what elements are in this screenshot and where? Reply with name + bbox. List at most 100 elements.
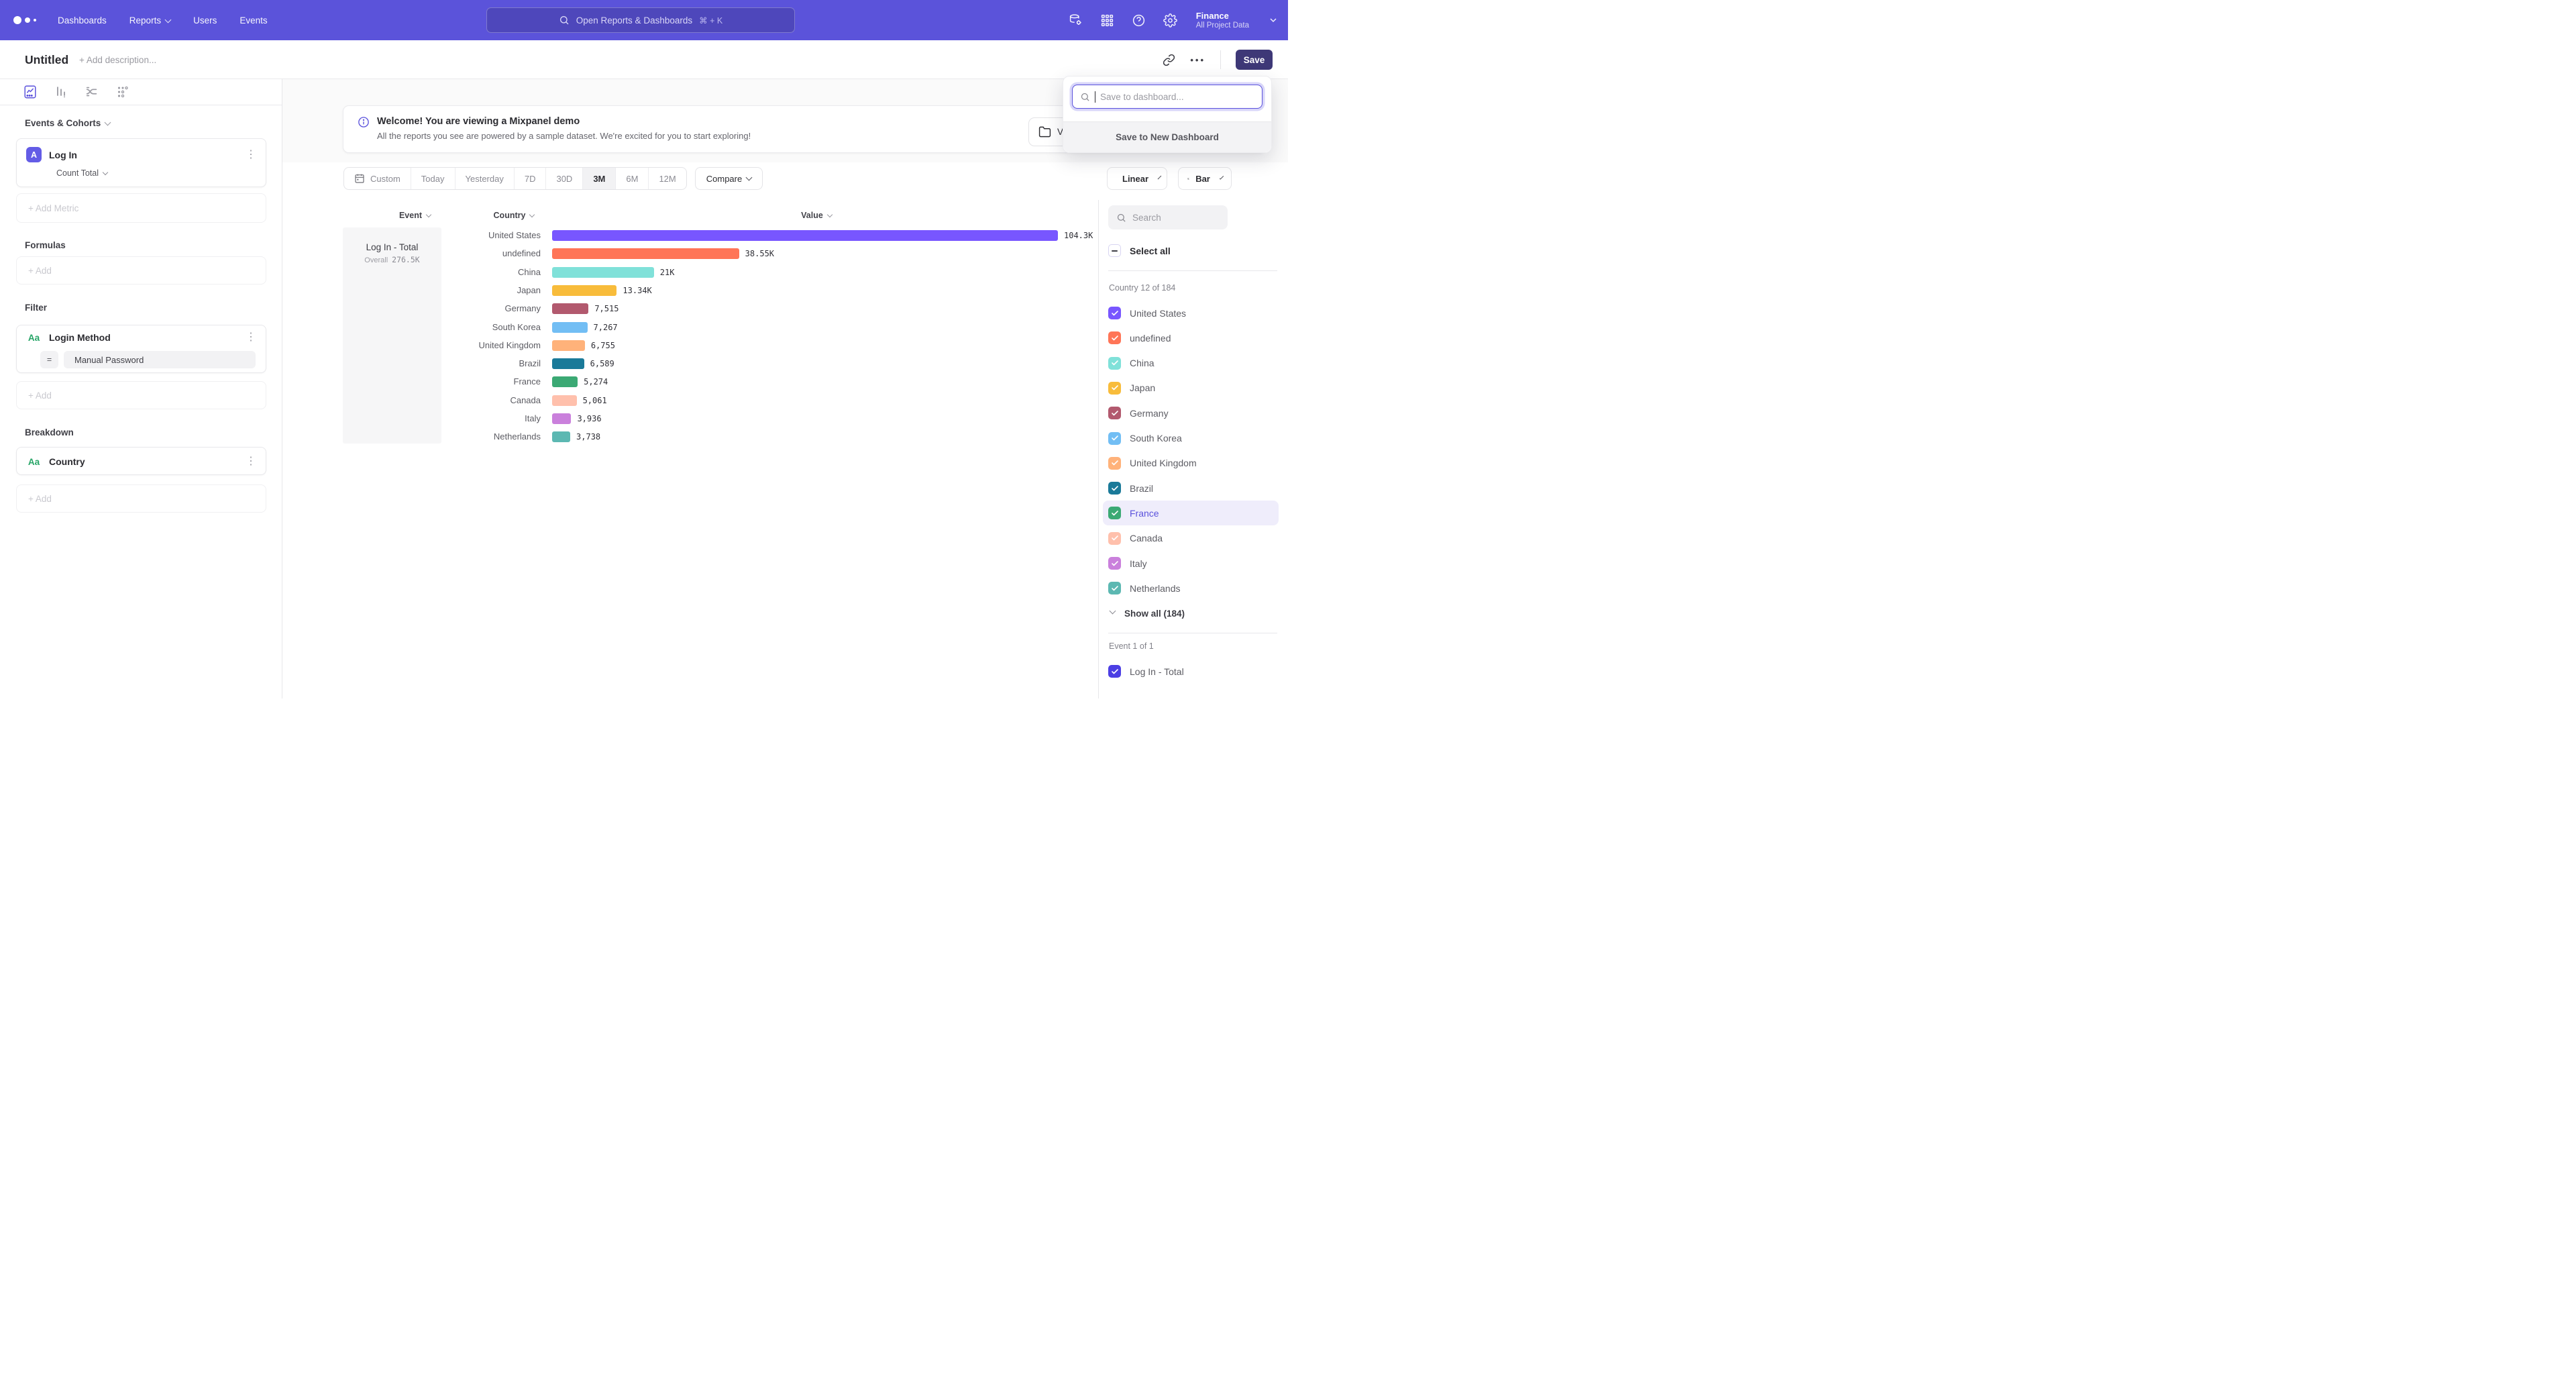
save-button[interactable]: Save	[1236, 50, 1273, 70]
bar	[552, 248, 739, 259]
global-search[interactable]: Open Reports & Dashboards ⌘ + K	[486, 7, 795, 33]
select-all-toggle[interactable]: Select all	[1108, 244, 1171, 257]
country-row-canada[interactable]: Canada	[1103, 526, 1279, 551]
add-breakdown-button[interactable]: + Add	[16, 484, 266, 513]
date-range-7d[interactable]: 7D	[515, 168, 547, 189]
checkbox[interactable]	[1108, 557, 1121, 570]
nav-item-reports[interactable]: Reports	[129, 15, 170, 25]
more-actions-icon[interactable]: •••	[1190, 55, 1205, 65]
event-group-label: Event 1 of 1	[1109, 641, 1154, 651]
checkbox[interactable]	[1108, 432, 1121, 445]
date-range-6m[interactable]: 6M	[616, 168, 649, 189]
add-filter-button[interactable]: + Add	[16, 381, 266, 409]
check-icon	[1111, 534, 1119, 542]
event-column-card[interactable]: Log In - Total Overall276.5K	[343, 227, 441, 444]
column-header-value[interactable]: Value	[783, 211, 850, 220]
tab-retention[interactable]	[115, 84, 130, 100]
checkbox[interactable]	[1108, 382, 1121, 395]
country-row-france[interactable]: France	[1103, 501, 1279, 525]
checkbox[interactable]	[1108, 482, 1121, 495]
checkbox[interactable]	[1108, 507, 1121, 519]
bar-row: United Kingdom6,755	[282, 340, 1108, 351]
checkbox[interactable]	[1108, 532, 1121, 545]
country-row-south-korea[interactable]: South Korea	[1103, 426, 1279, 451]
description-placeholder[interactable]: + Add description...	[79, 55, 156, 65]
nav-item-dashboards[interactable]: Dashboards	[58, 15, 107, 25]
column-header-country[interactable]: Country	[480, 211, 547, 220]
kebab-menu-icon[interactable]: ⋮	[246, 456, 256, 467]
breakdown-card[interactable]: Aa Country ⋮	[16, 447, 266, 475]
filter-value-chip[interactable]: Manual Password	[64, 351, 256, 368]
project-switcher[interactable]: Finance All Project Data	[1196, 11, 1249, 30]
column-header-event[interactable]: Event	[383, 211, 447, 220]
scale-selector[interactable]: Linear	[1107, 167, 1167, 190]
bar-row: Japan13.34K	[282, 285, 1108, 296]
country-row-brazil[interactable]: Brazil	[1103, 476, 1279, 501]
mixpanel-logo[interactable]	[13, 16, 43, 24]
add-metric-button[interactable]: + Add Metric	[16, 193, 266, 223]
checkbox[interactable]	[1108, 665, 1121, 678]
checkbox[interactable]	[1108, 331, 1121, 344]
mixpanel-insights-report: Dashboards Reports Users Events Open Report…	[0, 0, 1288, 698]
compare-button[interactable]: Compare	[695, 167, 763, 190]
country-row-china[interactable]: China	[1103, 351, 1279, 376]
checkbox[interactable]	[1108, 407, 1121, 419]
breakdown-property-name[interactable]: Country	[49, 456, 246, 467]
add-formula-button[interactable]: + Add	[16, 256, 266, 284]
aggregation-selector[interactable]: Count Total	[56, 168, 107, 178]
bar-value: 7,515	[594, 303, 619, 314]
copy-link-icon[interactable]	[1163, 54, 1175, 66]
date-range-today[interactable]: Today	[411, 168, 455, 189]
country-row-italy[interactable]: Italy	[1103, 551, 1279, 576]
nav-item-label: Users	[193, 15, 217, 25]
report-title[interactable]: Untitled	[25, 53, 68, 67]
indeterminate-checkbox[interactable]	[1108, 244, 1121, 257]
filter-operator-chip[interactable]: =	[40, 351, 58, 368]
date-range-30d[interactable]: 30D	[546, 168, 583, 189]
settings-gear-icon[interactable]	[1163, 13, 1177, 28]
checkbox[interactable]	[1108, 357, 1121, 370]
tab-flows[interactable]	[85, 84, 99, 100]
country-row-netherlands[interactable]: Netherlands	[1103, 576, 1279, 601]
country-row-united-states[interactable]: United States	[1103, 301, 1279, 325]
help-icon[interactable]	[1132, 13, 1146, 28]
chart-type-selector[interactable]: Bar	[1178, 167, 1232, 190]
country-row-germany[interactable]: Germany	[1103, 401, 1279, 425]
date-range-yesterday[interactable]: Yesterday	[455, 168, 515, 189]
bar-row: Brazil6,589	[282, 358, 1108, 369]
date-range-custom[interactable]: Custom	[344, 168, 411, 189]
country-row-united-kingdom[interactable]: United Kingdom	[1103, 451, 1279, 476]
data-management-icon[interactable]	[1069, 13, 1083, 28]
checkbox[interactable]	[1108, 582, 1121, 594]
event-row-log-in---total[interactable]: Log In - Total	[1103, 659, 1279, 684]
chevron-down-icon[interactable]	[1268, 15, 1279, 25]
events-section-title[interactable]: Events & Cohorts	[25, 118, 110, 128]
checkbox[interactable]	[1108, 307, 1121, 319]
country-row-japan[interactable]: Japan	[1103, 376, 1279, 401]
save-to-new-dashboard-button[interactable]: Save to New Dashboard	[1063, 121, 1271, 152]
tab-funnels[interactable]	[54, 84, 68, 100]
bar-label: Italy	[443, 413, 541, 424]
save-dashboard-search-input[interactable]: Save to dashboard...	[1072, 85, 1263, 109]
show-all-toggle[interactable]: Show all (184)	[1109, 603, 1277, 624]
nav-item-events[interactable]: Events	[239, 15, 267, 25]
panel-search-input[interactable]: Search	[1108, 205, 1228, 229]
date-range-label: 3M	[593, 174, 605, 184]
apps-grid-icon[interactable]	[1100, 13, 1114, 28]
checkbox[interactable]	[1108, 457, 1121, 470]
kebab-menu-icon[interactable]: ⋮	[246, 150, 256, 160]
date-range-12m[interactable]: 12M	[649, 168, 686, 189]
filter-property-name[interactable]: Login Method	[49, 332, 246, 343]
tab-insights[interactable]	[23, 84, 38, 100]
checkbox-label: France	[1130, 508, 1159, 519]
kebab-menu-icon[interactable]: ⋮	[246, 332, 256, 343]
nav-item-users[interactable]: Users	[193, 15, 217, 25]
date-range-3m[interactable]: 3M	[583, 168, 616, 189]
metric-card[interactable]: A Log In ⋮ Count Total	[16, 138, 266, 187]
bar-label: Brazil	[443, 358, 541, 369]
metric-name[interactable]: Log In	[49, 150, 246, 160]
country-row-undefined[interactable]: undefined	[1103, 325, 1279, 350]
bar	[552, 413, 571, 424]
nav-item-label: Reports	[129, 15, 161, 25]
filter-card[interactable]: Aa Login Method ⋮ = Manual Password	[16, 325, 266, 373]
